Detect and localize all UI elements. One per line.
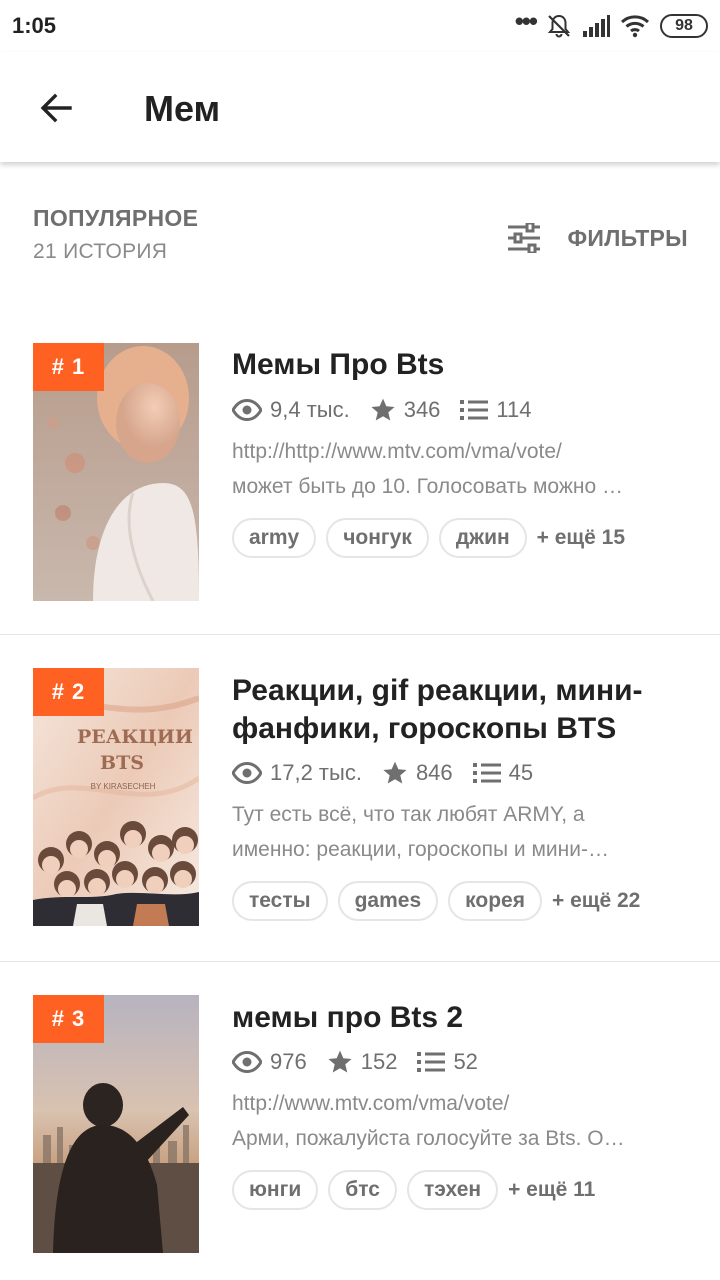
story-cover[interactable]: # 3 [33, 995, 199, 1253]
story-count: 21 ИСТОРИЯ [33, 240, 168, 263]
parts-count: 52 [453, 1049, 478, 1074]
star-icon [371, 398, 395, 421]
cover-title: РЕАКЦИИ BTS [77, 726, 193, 774]
story-item-2[interactable]: РЕАКЦИИ BTS BY KIRASECHEH # 2 Реакции, g… [0, 635, 720, 961]
stars-stat: 152 [327, 1049, 398, 1075]
section-header: ПОПУЛЯРНОЕ 21 ИСТОРИЯ [33, 205, 198, 264]
description-line: http://http://www.mtv.com/vma/vote/ [232, 440, 562, 463]
tag-chip[interactable]: корея [448, 881, 542, 921]
description-line: именно: реакции, гороскопы и мини-… [232, 838, 609, 861]
views-stat: 9,4 тыс. [232, 397, 350, 423]
stars-count: 846 [415, 760, 453, 785]
story-stats: 976 152 52 [232, 1049, 498, 1075]
eye-icon [232, 399, 262, 421]
stars-stat: 346 [370, 397, 441, 423]
back-button[interactable] [30, 82, 82, 134]
stars-count: 152 [360, 1049, 398, 1074]
status-bar: 1:05 ••• 98 [0, 0, 720, 52]
views-stat: 976 [232, 1049, 307, 1075]
story-tags: юнги бтс тэхен + ещё 11 [232, 1170, 595, 1210]
battery-level: 98 [675, 17, 693, 34]
battery-indicator: 98 [660, 14, 708, 38]
story-item-1[interactable]: # 1 Мемы Про Bts 9,4 тыс. 346 114 http:/… [0, 300, 720, 634]
rank-badge: # 1 [33, 343, 104, 391]
rank-badge: # 2 [33, 668, 104, 716]
story-description: http://www.mtv.com/vma/vote/ Арми, пожал… [232, 1086, 692, 1156]
status-time: 1:05 [12, 13, 57, 38]
signal-icon [583, 15, 610, 37]
story-cover[interactable]: # 1 [33, 343, 199, 601]
tag-chip[interactable]: джин [438, 518, 527, 558]
story-stats: 17,2 тыс. 846 45 [232, 760, 553, 786]
description-line: Арми, пожалуйста голосуйте за Bts. О… [232, 1127, 625, 1150]
story-tags: army чонгук джин + ещё 15 [232, 518, 625, 558]
eye-icon [232, 1051, 262, 1073]
wifi-icon [620, 15, 650, 38]
parts-stat: 45 [472, 760, 534, 786]
tag-chip[interactable]: чонгук [326, 518, 429, 558]
tag-chip[interactable]: army [232, 518, 317, 558]
list-icon [460, 400, 489, 420]
story-description: Тут есть всё, что так любят ARMY, а имен… [232, 797, 692, 867]
app-bar: Мем [0, 52, 720, 162]
status-icons: ••• 98 [515, 8, 708, 40]
page-title: Мем [144, 88, 221, 129]
views-count: 976 [270, 1049, 307, 1074]
tag-chip[interactable]: бтс [328, 1170, 397, 1210]
description-line: Тут есть всё, что так любят ARMY, а [232, 803, 585, 826]
views-count: 17,2 тыс. [270, 760, 362, 785]
mute-bell-icon [547, 14, 571, 38]
section-title: ПОПУЛЯРНОЕ [33, 205, 199, 231]
list-icon [472, 763, 501, 783]
list-icon [417, 1052, 446, 1072]
description-line: может быть до 10. Голосовать можно … [232, 475, 624, 498]
more-tags-link[interactable]: + ещё 11 [508, 1178, 595, 1202]
parts-count: 114 [496, 397, 532, 422]
filters-button[interactable]: ФИЛЬТРЫ [507, 218, 688, 258]
story-stats: 9,4 тыс. 346 114 [232, 397, 552, 423]
story-title[interactable]: мемы про Bts 2 [232, 999, 682, 1037]
tag-chip[interactable]: тесты [232, 881, 328, 921]
filters-label: ФИЛЬТРЫ [567, 224, 688, 251]
stars-count: 346 [403, 397, 441, 422]
story-cover[interactable]: РЕАКЦИИ BTS BY KIRASECHEH # 2 [33, 668, 199, 926]
story-title[interactable]: Мемы Про Bts [232, 346, 682, 384]
parts-stat: 114 [460, 397, 532, 423]
story-title[interactable]: Реакции, gif реакции, мини-фанфики, горо… [232, 672, 682, 748]
story-description: http://http://www.mtv.com/vma/vote/ може… [232, 434, 692, 504]
story-tags: тесты games корея + ещё 22 [232, 881, 640, 921]
star-icon [328, 1050, 352, 1073]
views-stat: 17,2 тыс. [232, 760, 362, 786]
stars-stat: 846 [382, 760, 453, 786]
tag-chip[interactable]: юнги [232, 1170, 319, 1210]
rank-badge: # 3 [33, 995, 104, 1043]
eye-icon [232, 762, 262, 784]
description-line: http://www.mtv.com/vma/vote/ [232, 1092, 510, 1115]
tag-chip[interactable]: тэхен [406, 1170, 499, 1210]
more-tags-link[interactable]: + ещё 15 [537, 526, 625, 550]
story-item-3[interactable]: # 3 мемы про Bts 2 976 152 52 http://www… [0, 962, 720, 1280]
parts-stat: 52 [417, 1049, 478, 1075]
tag-chip[interactable]: games [337, 881, 439, 921]
views-count: 9,4 тыс. [270, 397, 350, 422]
more-tags-link[interactable]: + ещё 22 [552, 889, 640, 913]
parts-count: 45 [508, 760, 534, 785]
filter-sliders-icon [508, 223, 541, 253]
star-icon [383, 761, 407, 784]
arrow-back-icon [40, 93, 72, 123]
more-notifications-icon: ••• [514, 6, 538, 36]
cover-subtitle: BY KIRASECHEH [90, 782, 156, 791]
